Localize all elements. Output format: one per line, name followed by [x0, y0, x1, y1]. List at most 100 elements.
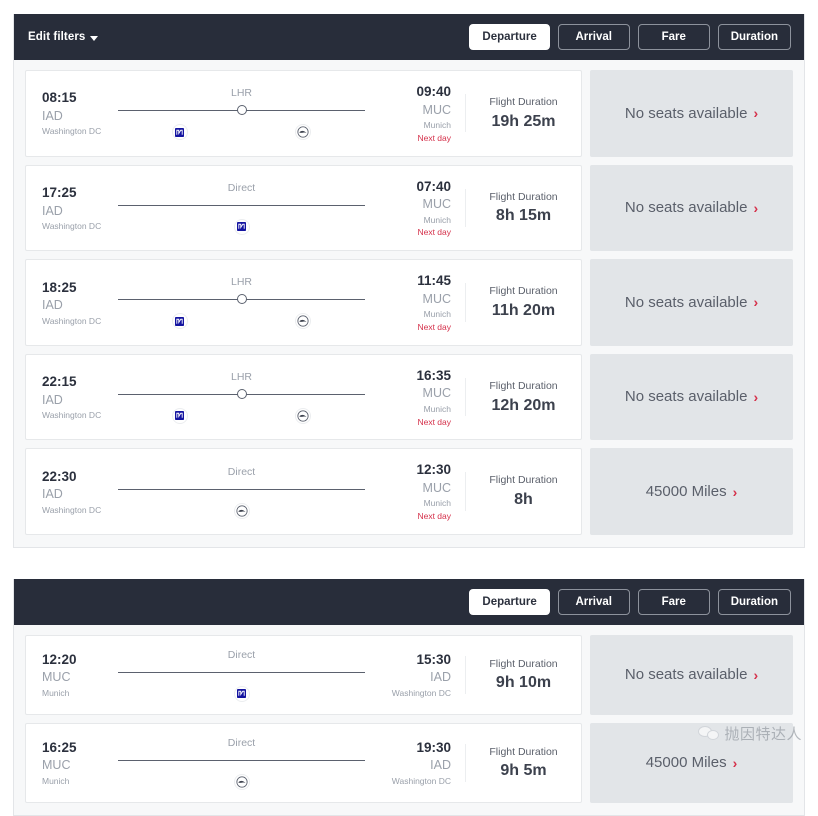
arrive-time: 11:45 — [417, 273, 451, 289]
flight-results-page: Edit filters Departure Arrival Fare Duration… — [0, 0, 818, 816]
sort-button-arrival[interactable]: Arrival — [557, 588, 630, 615]
arrive-time: 12:30 — [416, 462, 451, 478]
chevron-right-icon: › — [753, 294, 759, 311]
availability-cta[interactable]: 45000 Miles › — [590, 448, 793, 535]
depart-time: 22:30 — [42, 468, 77, 484]
duration-value: 19h 25m — [491, 112, 556, 130]
flight-details[interactable]: 17:25 IAD Washington DC Direct 07:40 MUC Munic… — [25, 164, 582, 252]
route-stop-marker — [236, 388, 247, 399]
flight-row: 18:25 IAD Washington DC LHR 11:45 MUC Munich Ne… — [25, 259, 793, 346]
depart-time: 22:15 — [42, 374, 77, 390]
route-stop-label: Direct — [227, 181, 256, 194]
flight-details[interactable]: 18:25 IAD Washington DC LHR 11:45 MUC Munich Ne… — [25, 259, 582, 346]
depart-time: 18:25 — [42, 279, 77, 295]
flight-arrive-endpoint: 12:30 MUC Munich Next day — [365, 460, 465, 523]
airline-logo-strip — [118, 502, 365, 520]
duration-value: 9h 5m — [500, 762, 547, 780]
duration-value: 11h 20m — [491, 302, 556, 319]
airline-logo-lufthansa-icon — [295, 313, 312, 330]
flight-duration: Flight Duration 11h 20m — [465, 283, 581, 322]
arrive-airport-code: MUC — [422, 197, 451, 212]
airline-logo-united-icon — [171, 313, 188, 330]
sort-button-fare[interactable]: Fare — [637, 588, 710, 615]
depart-airport-code: MUC — [42, 758, 71, 773]
depart-time: 08:15 — [42, 90, 77, 106]
chevron-right-icon: › — [753, 666, 759, 683]
airline-logo-strip — [118, 312, 365, 330]
arrive-airport-code: MUC — [422, 386, 451, 401]
flight-depart-endpoint: 22:30 IAD Washington DC — [26, 467, 118, 517]
depart-airport-code: IAD — [42, 203, 63, 218]
sort-button-duration[interactable]: Duration — [717, 24, 791, 50]
arrive-time: 09:40 — [416, 84, 451, 99]
availability-cta[interactable]: No seats available › — [590, 70, 793, 157]
flight-arrive-endpoint: 16:35 MUC Munich Next day — [365, 366, 465, 429]
sort-button-fare[interactable]: Fare — [637, 24, 710, 50]
route-graphic: Direct — [118, 180, 365, 236]
route-stop-label: LHR — [230, 370, 253, 383]
airline-logo-united-icon — [233, 685, 250, 702]
flight-details[interactable]: 22:15 IAD Washington DC LHR 16:35 MUC Munich Ne… — [25, 353, 582, 441]
arrive-next-day-badge: Next day — [417, 416, 451, 427]
availability-text: No seats available — [624, 388, 748, 406]
logo-slot — [118, 407, 242, 425]
flight-row-list: 12:20 MUC Munich Direct 15:30 IAD Washington D… — [14, 625, 804, 815]
availability-text: No seats available — [624, 293, 748, 311]
logo-slot — [118, 218, 365, 236]
flight-duration: Flight Duration 8h 15m — [465, 188, 581, 228]
duration-value: 8h — [514, 491, 533, 509]
flight-details[interactable]: 22:30 IAD Washington DC Direct 12:30 MUC Munic… — [25, 448, 582, 535]
sort-button-departure[interactable]: Departure — [469, 24, 550, 50]
flight-row: 22:30 IAD Washington DC Direct 12:30 MUC Munic… — [25, 448, 793, 535]
flight-duration: Flight Duration 19h 25m — [465, 94, 581, 133]
sort-button-group: Departure Arrival Fare Duration — [469, 24, 791, 50]
edit-filters-button[interactable]: Edit filters — [28, 31, 99, 43]
logo-slot — [242, 123, 366, 141]
availability-text: 45000 Miles — [645, 754, 727, 772]
route-graphic: Direct — [118, 735, 365, 791]
flight-depart-endpoint: 16:25 MUC Munich — [26, 738, 118, 788]
availability-text: 45000 Miles — [645, 483, 727, 501]
availability-cta[interactable]: No seats available › — [590, 634, 793, 715]
arrive-time: 15:30 — [416, 651, 451, 667]
route-graphic: LHR — [118, 85, 365, 141]
availability-cta[interactable]: No seats available › — [590, 259, 793, 346]
arrive-next-day-badge: Next day — [417, 511, 451, 522]
arrive-next-day-badge: Next day — [417, 132, 451, 143]
flight-details[interactable]: 08:15 IAD Washington DC LHR 09:40 MUC Munich Ne… — [25, 70, 582, 157]
arrive-city: Munich — [423, 403, 451, 414]
airline-logo-lufthansa-icon — [233, 502, 250, 519]
availability-cta[interactable]: 45000 Miles › — [590, 722, 793, 803]
arrive-time: 16:35 — [416, 367, 451, 383]
duration-label: Flight Duration — [489, 285, 558, 298]
depart-airport-code: IAD — [42, 487, 63, 502]
depart-airport-code: IAD — [42, 298, 63, 313]
sort-button-departure[interactable]: Departure — [469, 588, 550, 615]
arrive-city: Washington DC — [391, 775, 451, 786]
flight-details[interactable]: 16:25 MUC Munich Direct 19:30 IAD Washington D… — [25, 722, 582, 803]
results-toolbar: Departure Arrival Fare Duration — [14, 578, 804, 625]
airline-logo-strip — [118, 773, 365, 791]
route-stop-label: Direct — [227, 736, 256, 749]
arrive-next-day-badge: Next day — [417, 227, 451, 238]
availability-cta[interactable]: No seats available › — [590, 164, 793, 252]
logo-slot — [118, 123, 242, 141]
depart-city: Washington DC — [42, 126, 102, 137]
flight-duration: Flight Duration 9h 10m — [465, 655, 581, 694]
flight-arrive-endpoint: 11:45 MUC Munich Next day — [365, 271, 465, 334]
depart-airport-code: IAD — [42, 108, 63, 123]
depart-city: Washington DC — [42, 315, 102, 326]
sort-button-arrival[interactable]: Arrival — [557, 24, 630, 50]
sort-button-duration[interactable]: Duration — [717, 588, 791, 615]
flight-details[interactable]: 12:20 MUC Munich Direct 15:30 IAD Washington D… — [25, 634, 582, 715]
airline-logo-lufthansa-icon — [295, 124, 312, 141]
route-stop-label: Direct — [227, 465, 256, 478]
duration-value: 8h 15m — [495, 207, 552, 225]
availability-cta[interactable]: No seats available › — [590, 353, 793, 441]
arrive-time: 07:40 — [416, 178, 451, 194]
route-line — [118, 671, 365, 673]
airline-logo-united-icon — [233, 218, 250, 235]
arrive-airport-code: IAD — [430, 670, 451, 685]
arrive-city: Munich — [423, 120, 451, 131]
duration-value: 12h 20m — [491, 396, 556, 414]
